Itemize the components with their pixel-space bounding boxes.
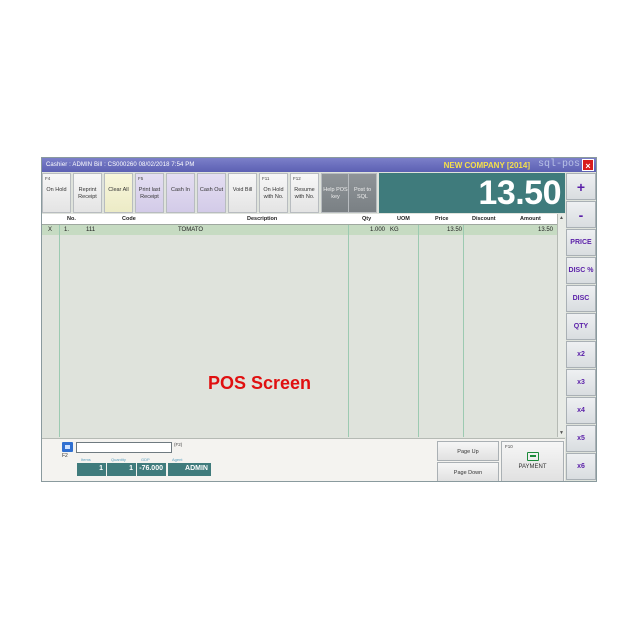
col-description: Description bbox=[247, 216, 278, 222]
fkey-label: F10 bbox=[505, 444, 513, 449]
session-info: Cashier : ADMIN Bill : CS000260 08/02/20… bbox=[46, 162, 195, 168]
f2-tag: (F2) bbox=[174, 442, 183, 447]
help-pos-key-button[interactable]: Help POS key bbox=[321, 173, 350, 213]
quantity-box: Quantity 1 bbox=[107, 457, 136, 476]
plus-button[interactable]: + bbox=[566, 173, 596, 200]
fkey-label: F12 bbox=[293, 176, 301, 181]
pos-window: Cashier : ADMIN Bill : CS000260 08/02/20… bbox=[41, 157, 597, 482]
cell-price: 13.50 bbox=[447, 227, 463, 233]
quantity-caption: Quantity bbox=[111, 457, 126, 462]
col-no: No. bbox=[67, 216, 76, 222]
button-label: On Hold with No. bbox=[263, 187, 284, 200]
button-label: Print last Receipt bbox=[138, 187, 161, 200]
col-qty: Qty bbox=[362, 216, 372, 222]
page-up-button[interactable]: Page Up bbox=[437, 441, 499, 461]
clear-all-button[interactable]: Clear All bbox=[104, 173, 133, 213]
scroll-up-icon[interactable]: ▲ bbox=[559, 215, 564, 221]
fkey-label: F4 bbox=[45, 176, 51, 181]
agent-box: Agent ADMIN bbox=[168, 457, 211, 476]
button-label: Help POS key bbox=[323, 187, 348, 200]
items-caption: Items bbox=[81, 457, 91, 462]
function-toolbar: F4 On Hold Reprint Receipt Clear All F5 … bbox=[42, 173, 378, 213]
side-button-panel: + - PRICE DISC % DISC QTY x2 x3 x4 x5 x6 bbox=[566, 173, 596, 481]
col-amount: Amount bbox=[520, 216, 541, 222]
quantity-value: 1 bbox=[129, 465, 133, 472]
cell-code: 111 bbox=[86, 227, 96, 233]
resume-with-no-button[interactable]: F12 Resume with No. bbox=[290, 173, 319, 213]
grid-header: No. Code Description Qty UOM Price Disco… bbox=[42, 214, 565, 225]
col-code: Code bbox=[122, 216, 136, 222]
button-label: On Hold bbox=[46, 187, 67, 193]
reprint-receipt-button[interactable]: Reprint Receipt bbox=[73, 173, 102, 213]
agent-value: ADMIN bbox=[185, 465, 208, 472]
qty-button[interactable]: QTY bbox=[566, 313, 596, 340]
disc-percent-button[interactable]: DISC % bbox=[566, 257, 596, 284]
total-amount: 13.50 bbox=[478, 174, 561, 212]
button-label: Clear All bbox=[108, 187, 129, 193]
column-divider bbox=[418, 225, 419, 437]
disc-button[interactable]: DISC bbox=[566, 285, 596, 312]
cell-uom: KG bbox=[390, 227, 399, 233]
print-last-receipt-button[interactable]: F5 Print last Receipt bbox=[135, 173, 164, 213]
page-down-button[interactable]: Page Down bbox=[437, 462, 499, 481]
x3-button[interactable]: x3 bbox=[566, 369, 596, 396]
cash-out-button[interactable]: Cash Out bbox=[197, 173, 226, 213]
col-price: Price bbox=[435, 216, 449, 222]
barcode-input[interactable] bbox=[76, 442, 172, 453]
gdp-box: GDP -76.000 bbox=[137, 457, 166, 476]
fkey-label: F5 bbox=[138, 176, 144, 181]
cell-description: TOMATO bbox=[178, 227, 204, 233]
cell-qty: 1.000 bbox=[370, 227, 386, 233]
payment-button[interactable]: F10 PAYMENT bbox=[501, 441, 564, 481]
payment-icon bbox=[527, 452, 539, 461]
minus-button[interactable]: - bbox=[566, 201, 596, 228]
column-divider bbox=[463, 225, 464, 437]
col-uom: UOM bbox=[397, 216, 410, 222]
scroll-down-icon[interactable]: ▼ bbox=[559, 430, 564, 436]
button-label: Void Bill bbox=[232, 187, 253, 193]
column-divider bbox=[348, 225, 349, 437]
button-label: Resume with No. bbox=[294, 187, 315, 200]
title-bar: Cashier : ADMIN Bill : CS000260 08/02/20… bbox=[42, 158, 596, 172]
grid-scrollbar[interactable]: ▲ ▼ bbox=[557, 214, 566, 437]
void-bill-button[interactable]: Void Bill bbox=[228, 173, 257, 213]
col-discount: Discount bbox=[472, 216, 496, 222]
cash-in-button[interactable]: Cash In bbox=[166, 173, 195, 213]
gdp-caption: GDP bbox=[141, 457, 150, 462]
close-icon[interactable]: × bbox=[582, 159, 594, 171]
bottom-panel: F2 (F2) Items 1 Quantity 1 GDP -76.000 A… bbox=[42, 438, 565, 481]
on-hold-button[interactable]: F4 On Hold bbox=[42, 173, 71, 213]
company-name: NEW COMPANY [2014] bbox=[443, 161, 530, 170]
price-button[interactable]: PRICE bbox=[566, 229, 596, 256]
pos-screen-caption: POS Screen bbox=[208, 373, 312, 393]
cell-no: 1. bbox=[64, 227, 70, 233]
on-hold-with-no-button[interactable]: F11 On Hold with No. bbox=[259, 173, 288, 213]
post-to-sql-button[interactable]: Post to SQL bbox=[348, 173, 377, 213]
gdp-value: -76.000 bbox=[139, 465, 163, 472]
button-label: Post to SQL bbox=[353, 187, 372, 200]
f2-label: F2 bbox=[62, 453, 68, 459]
fkey-label: F11 bbox=[262, 176, 270, 181]
items-count: 1 bbox=[99, 465, 103, 472]
x6-button[interactable]: x6 bbox=[566, 453, 596, 480]
items-count-box: Items 1 bbox=[77, 457, 106, 476]
app-logo: sql-pos bbox=[537, 159, 580, 170]
column-divider bbox=[59, 225, 60, 437]
cell-amount: 13.50 bbox=[538, 227, 554, 233]
payment-label: PAYMENT bbox=[518, 464, 547, 470]
button-label: Cash In bbox=[171, 187, 190, 193]
x2-button[interactable]: x2 bbox=[566, 341, 596, 368]
item-grid: No. Code Description Qty UOM Price Disco… bbox=[42, 214, 566, 437]
x4-button[interactable]: x4 bbox=[566, 397, 596, 424]
button-label: Reprint Receipt bbox=[78, 187, 97, 200]
total-display: 13.50 bbox=[379, 173, 565, 213]
x5-button[interactable]: x5 bbox=[566, 425, 596, 452]
remove-row-icon[interactable]: X bbox=[48, 227, 52, 233]
agent-caption: Agent bbox=[172, 457, 183, 462]
save-icon[interactable] bbox=[62, 442, 73, 452]
button-label: Cash Out bbox=[199, 187, 224, 193]
table-row[interactable]: X 1. 111 TOMATO 1.000 KG 13.50 13.50 bbox=[42, 225, 557, 235]
